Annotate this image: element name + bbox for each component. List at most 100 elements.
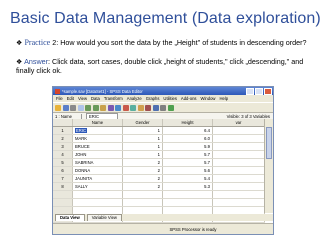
menu-analyze[interactable]: Analyze [127, 96, 142, 101]
cell-height[interactable] [163, 207, 213, 214]
table-row[interactable]: 3 BRUCE 1 5.9 [53, 143, 265, 151]
table-row[interactable]: 1 ERIC 1 6.4 [53, 127, 265, 135]
insert-cases-icon[interactable] [122, 104, 129, 111]
cell-var[interactable] [213, 207, 265, 214]
menu-transform[interactable]: Transform [104, 96, 123, 101]
print-icon[interactable] [70, 104, 76, 111]
cell-name[interactable]: SALLY [73, 183, 123, 190]
cell-gender[interactable] [123, 207, 163, 214]
row-number[interactable] [53, 207, 73, 214]
tab-data-view[interactable]: Data View [55, 214, 85, 221]
cell-gender[interactable]: 2 [123, 175, 163, 182]
cell-height[interactable]: 5.7 [163, 151, 213, 158]
column-header-name[interactable]: Name [73, 119, 123, 126]
menu-file[interactable]: File [56, 96, 63, 101]
cell-height[interactable]: 6.4 [163, 127, 213, 134]
column-header-var[interactable]: var [213, 119, 265, 126]
cell-height[interactable]: 6.0 [163, 135, 213, 142]
split-file-icon[interactable] [137, 104, 144, 111]
cell-name[interactable]: JAUNITA [73, 175, 123, 182]
menu-addons[interactable]: Add-ons [181, 96, 197, 101]
row-number[interactable]: 4 [53, 151, 73, 158]
cell-name[interactable] [73, 207, 123, 214]
cell-name[interactable]: MARK [73, 135, 123, 142]
cell-var[interactable] [213, 151, 265, 158]
cell-height[interactable]: 5.3 [163, 183, 213, 190]
column-header-gender[interactable]: Gender [123, 119, 163, 126]
row-number[interactable] [53, 199, 73, 206]
table-row[interactable]: 2 MARK 1 6.0 [53, 135, 265, 143]
cell-height[interactable]: 5.7 [163, 159, 213, 166]
cell-height[interactable] [163, 191, 213, 198]
cell-name[interactable] [73, 191, 123, 198]
cell-height[interactable] [163, 199, 213, 206]
cell-gender[interactable]: 2 [123, 159, 163, 166]
weight-cases-icon[interactable] [145, 104, 151, 111]
row-number[interactable]: 7 [53, 175, 73, 182]
menu-edit[interactable]: Edit [67, 96, 74, 101]
save-icon[interactable] [62, 104, 69, 111]
find-icon[interactable] [115, 104, 121, 111]
table-row-empty[interactable] [53, 191, 265, 199]
cell-name[interactable]: SABRINA [73, 159, 123, 166]
row-number[interactable]: 6 [53, 167, 73, 174]
cell-height[interactable]: 5.9 [163, 143, 213, 150]
menu-view[interactable]: View [78, 96, 87, 101]
cell-height[interactable]: 5.6 [163, 167, 213, 174]
close-icon[interactable] [264, 87, 272, 95]
scrollbar-thumb[interactable] [266, 127, 272, 159]
menu-graphs[interactable]: Graphs [146, 96, 160, 101]
row-number[interactable]: 1 [53, 127, 73, 134]
cell-gender[interactable] [123, 199, 163, 206]
maximize-icon[interactable] [255, 87, 263, 95]
cell-gender[interactable]: 2 [123, 183, 163, 190]
cell-gender[interactable]: 1 [123, 143, 163, 150]
cell-gender[interactable]: 1 [123, 127, 163, 134]
row-number[interactable]: 5 [53, 159, 73, 166]
minimize-icon[interactable] [246, 87, 254, 95]
cell-gender[interactable]: 2 [123, 167, 163, 174]
row-number[interactable]: 8 [53, 183, 73, 190]
menu-data[interactable]: Data [91, 96, 100, 101]
column-header-height[interactable]: Height [163, 119, 213, 126]
row-number[interactable]: 2 [53, 135, 73, 142]
cell-var[interactable] [213, 135, 265, 142]
table-row[interactable]: 5 SABRINA 2 5.7 [53, 159, 265, 167]
insert-variable-icon[interactable] [130, 104, 136, 111]
row-number[interactable] [53, 191, 73, 198]
cell-var[interactable] [213, 175, 265, 182]
cell-name[interactable]: BRUCE [73, 143, 123, 150]
cell-name[interactable]: JOHN [73, 151, 123, 158]
cell-var[interactable] [213, 191, 265, 198]
cell-var[interactable] [213, 199, 265, 206]
table-row-empty[interactable] [53, 199, 265, 207]
goto-case-icon[interactable] [100, 104, 106, 111]
cell-name[interactable] [73, 199, 123, 206]
cell-var[interactable] [213, 183, 265, 190]
menu-utilities[interactable]: Utilities [163, 96, 177, 101]
undo-icon[interactable] [85, 104, 91, 111]
redo-icon[interactable] [92, 104, 99, 111]
cell-name[interactable]: DONNA [73, 167, 123, 174]
cell-gender[interactable]: 1 [123, 151, 163, 158]
tab-variable-view[interactable]: Variable View [86, 214, 122, 221]
vertical-scrollbar[interactable] [264, 119, 273, 213]
table-row[interactable]: 8 SALLY 2 5.3 [53, 183, 265, 191]
cell-var[interactable] [213, 143, 265, 150]
cell-var[interactable] [213, 159, 265, 166]
window-titlebar[interactable]: *sample.sav [DataSet1] - SPSS Data Edito… [53, 87, 273, 95]
menu-help[interactable]: Help [219, 96, 228, 101]
variables-icon[interactable] [107, 104, 114, 111]
cell-name[interactable]: ERIC [73, 127, 123, 134]
cell-var[interactable] [213, 167, 265, 174]
use-sets-icon[interactable] [167, 104, 174, 111]
table-row[interactable]: 7 JAUNITA 2 5.4 [53, 175, 265, 183]
row-number[interactable]: 3 [53, 143, 73, 150]
dialog-recall-icon[interactable] [77, 104, 84, 111]
cell-gender[interactable] [123, 191, 163, 198]
cell-gender[interactable]: 1 [123, 135, 163, 142]
cell-height[interactable]: 5.4 [163, 175, 213, 182]
value-labels-icon[interactable] [160, 104, 166, 111]
table-row[interactable]: 6 DONNA 2 5.6 [53, 167, 265, 175]
select-cases-icon[interactable] [152, 104, 159, 111]
